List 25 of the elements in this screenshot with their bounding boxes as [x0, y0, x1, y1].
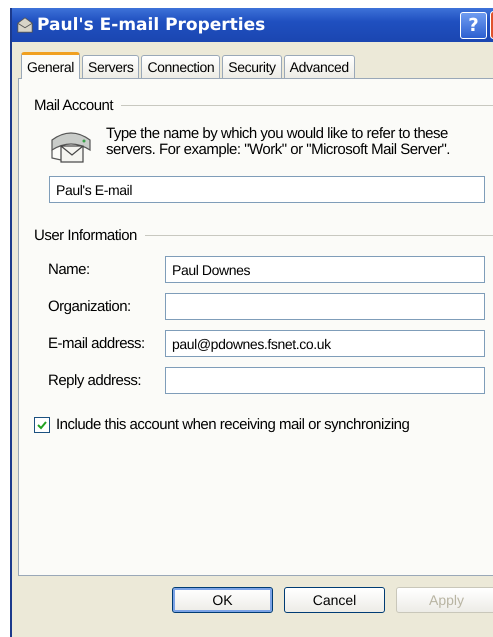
- window-title: Paul's E-mail Properties: [37, 15, 266, 35]
- field-label: Organization:: [48, 298, 132, 315]
- help-button[interactable]: ?: [460, 12, 487, 38]
- description-text: Type the name by which you would like to refer to these servers. For example: "Work" or "Microsoft Mail Server".: [106, 126, 451, 160]
- input-field[interactable]: paul@pdownes.fsnet.co.uk: [165, 330, 485, 357]
- input-field[interactable]: [165, 367, 485, 394]
- tab[interactable]: Connection: [141, 55, 220, 78]
- envelope-icon: [16, 16, 34, 34]
- checkbox[interactable]: [34, 416, 50, 432]
- field-label: Reply address:: [48, 372, 142, 389]
- dialog-button[interactable]: OK: [172, 587, 273, 613]
- group-heading: User Information: [34, 227, 137, 244]
- dialog-button[interactable]: Cancel: [284, 587, 385, 613]
- account-name-field[interactable]: Paul's E-mail: [49, 176, 485, 203]
- checkmark-icon: [36, 418, 48, 430]
- tab[interactable]: Servers: [82, 55, 140, 78]
- tab[interactable]: Advanced: [284, 55, 355, 78]
- field-label: Name:: [48, 261, 91, 278]
- input-field[interactable]: [165, 293, 485, 320]
- tab[interactable]: General: [21, 52, 80, 79]
- tab[interactable]: Security: [222, 55, 282, 78]
- group-heading: Mail Account: [34, 97, 114, 114]
- field-label: E-mail address:: [48, 335, 146, 352]
- input-field[interactable]: Paul Downes: [165, 256, 485, 283]
- checkbox-label[interactable]: Include this account when receiving mail or synchronizing: [56, 416, 410, 433]
